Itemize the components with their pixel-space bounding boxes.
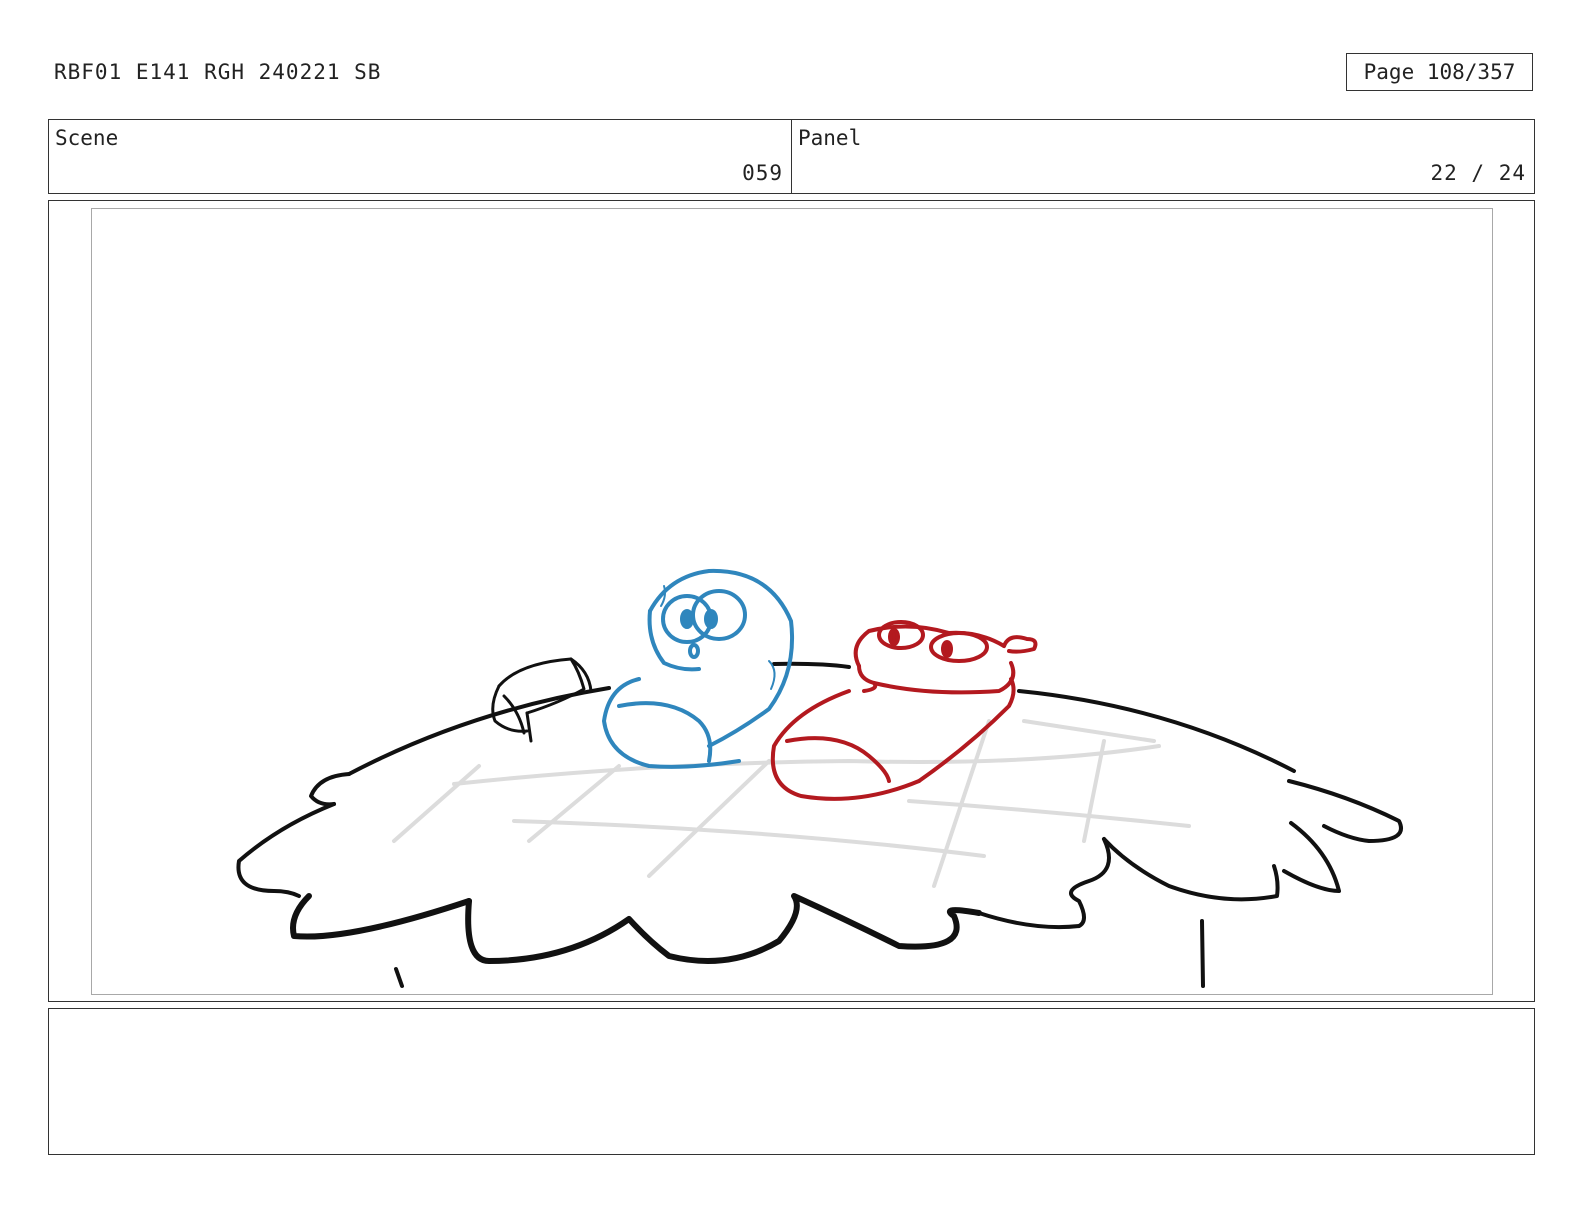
blue-character xyxy=(602,568,795,769)
scene-label: Scene xyxy=(55,126,119,150)
notes-box xyxy=(48,1008,1535,1155)
scene-cell: Scene 059 xyxy=(49,120,791,193)
blanket-grid xyxy=(392,719,1191,888)
panel-number: 22 / 24 xyxy=(1430,161,1526,185)
panel-cell: Panel 22 / 24 xyxy=(791,120,1534,193)
blanket-scallops xyxy=(290,893,982,964)
table-legs xyxy=(394,919,1205,988)
page-number-box: Page 108/357 xyxy=(1346,53,1533,91)
panel-label: Panel xyxy=(798,126,862,150)
header-table: Scene 059 Panel 22 / 24 xyxy=(48,119,1535,194)
red-character xyxy=(770,620,1038,801)
storyboard-panel xyxy=(48,200,1535,1002)
scene-number: 059 xyxy=(742,161,783,185)
panel-drawing xyxy=(236,568,1403,988)
document-title: RBF01 E141 RGH 240221 SB xyxy=(54,60,382,84)
